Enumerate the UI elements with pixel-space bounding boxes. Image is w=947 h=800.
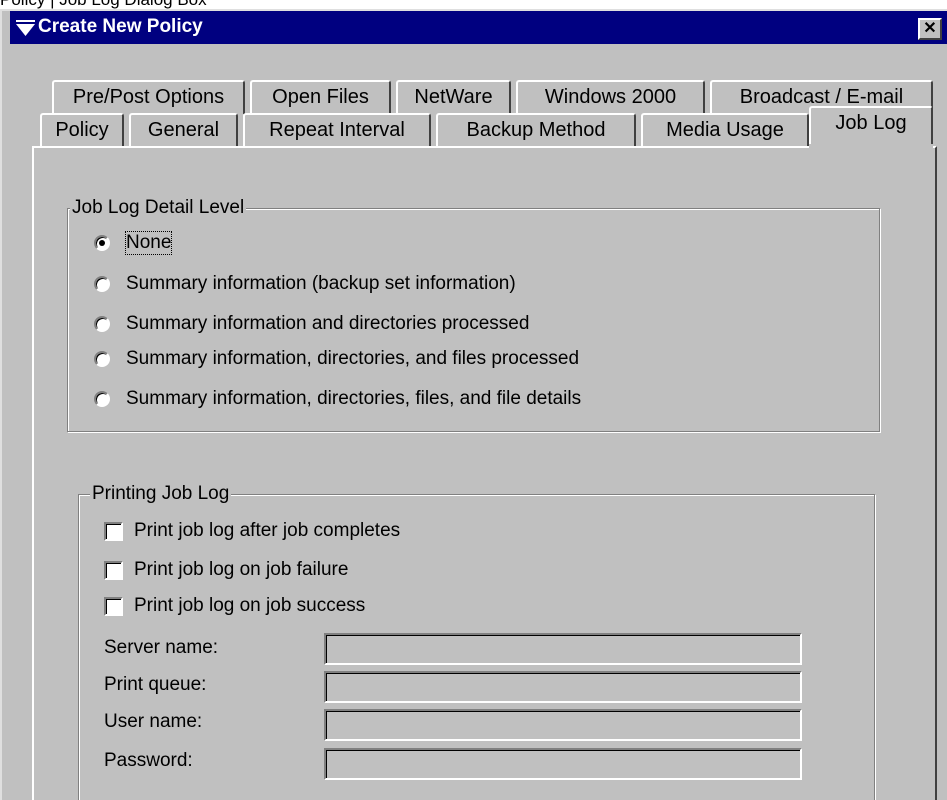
- active-tab-joint: [809, 144, 933, 150]
- tab-general[interactable]: General: [129, 113, 238, 147]
- menu-funnel-icon[interactable]: [16, 20, 35, 36]
- tab-policy[interactable]: Policy: [40, 113, 124, 147]
- tab-media-usage[interactable]: Media Usage: [641, 113, 809, 147]
- close-icon: ✕: [923, 20, 937, 37]
- tab-panel-job-log: [32, 146, 937, 800]
- tab-windows-2000[interactable]: Windows 2000: [516, 80, 705, 114]
- close-button[interactable]: ✕: [918, 18, 942, 40]
- tab-job-log[interactable]: Job Log: [809, 106, 933, 147]
- window-title: Create New Policy: [38, 16, 203, 37]
- title-bar[interactable]: Create New Policy: [10, 11, 947, 44]
- tab-open-files[interactable]: Open Files: [250, 80, 391, 114]
- tab-backup-method[interactable]: Backup Method: [436, 113, 636, 147]
- tab-repeat-interval[interactable]: Repeat Interval: [243, 113, 431, 147]
- tab-pre-post-options[interactable]: Pre/Post Options: [52, 80, 245, 114]
- tab-netware[interactable]: NetWare: [396, 80, 511, 114]
- figure-caption: Policy | Job Log Dialog Box: [0, 0, 207, 9]
